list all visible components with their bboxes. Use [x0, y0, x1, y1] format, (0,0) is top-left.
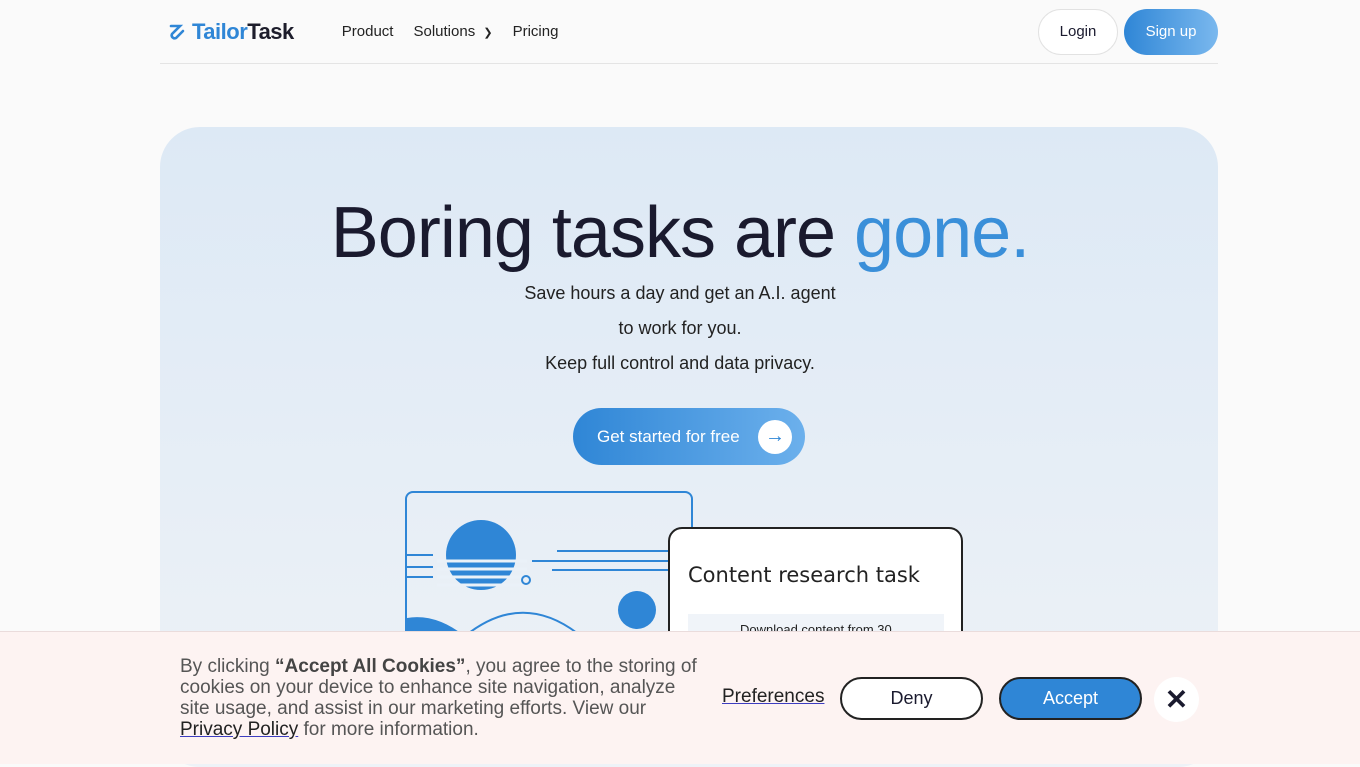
hero-subtitle-line: to work for you.: [618, 318, 742, 338]
cookie-text-bold: “Accept All Cookies”: [275, 656, 466, 677]
nav-pricing[interactable]: Pricing: [513, 23, 559, 40]
top-nav: Tailor Task Product Solutions ❯ Pricing L…: [160, 0, 1218, 64]
nav-solutions-label: Solutions: [413, 23, 476, 40]
arrow-right-icon: →: [758, 419, 792, 454]
deny-button[interactable]: Deny: [840, 677, 983, 720]
logo-text-a: Tailor: [192, 18, 248, 44]
cookie-text-post: for more information.: [298, 719, 479, 740]
cookie-banner: By clicking “Accept All Cookies”, you ag…: [0, 631, 1360, 764]
close-icon[interactable]: ✕: [1154, 677, 1199, 722]
signup-button[interactable]: Sign up: [1124, 8, 1218, 55]
cookie-text-pre: By clicking: [180, 656, 276, 677]
preferences-link[interactable]: Preferences: [722, 686, 824, 708]
accept-button[interactable]: Accept: [999, 677, 1142, 720]
hero-subtitle-line: Save hours a day and get an A.I. agent: [524, 283, 836, 303]
logo-text-b: Task: [247, 18, 294, 44]
logo[interactable]: Tailor Task: [168, 19, 294, 45]
title-part: Boring tasks are: [330, 193, 855, 273]
landscape-illustration: [407, 520, 691, 649]
hero-subtitle-line: Keep full control and data privacy.: [545, 353, 815, 373]
illustration-card: [405, 491, 693, 651]
chevron-down-icon: ❯: [483, 27, 493, 39]
task-card-title: Content research task: [688, 563, 920, 587]
title-highlight: gone.: [854, 193, 1030, 273]
nav-solutions[interactable]: Solutions ❯: [413, 23, 492, 40]
get-started-label: Get started for free: [597, 426, 740, 446]
get-started-button[interactable]: Get started for free →: [573, 408, 805, 465]
privacy-policy-link[interactable]: Privacy Policy: [180, 719, 298, 740]
hero-title: Boring tasks are gone.: [0, 192, 1360, 274]
logo-icon: [169, 24, 185, 40]
nav-product[interactable]: Product: [342, 23, 394, 40]
cookie-text: By clicking “Accept All Cookies”, you ag…: [180, 656, 710, 740]
login-button[interactable]: Login: [1038, 8, 1118, 55]
